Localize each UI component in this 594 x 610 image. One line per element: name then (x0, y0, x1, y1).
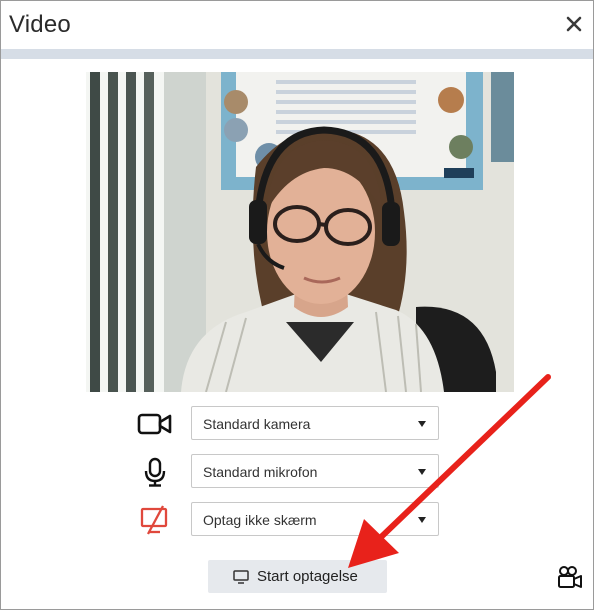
start-recording-button[interactable]: Start optagelse (208, 560, 387, 593)
microphone-select[interactable]: Standard mikrofon (191, 454, 439, 488)
video-dialog: Video Standard kamera Standard mikrofon … (0, 0, 594, 610)
screen-off-icon (135, 504, 175, 536)
chevron-down-icon (418, 469, 426, 475)
film-camera-icon[interactable] (557, 565, 583, 589)
dialog-header: Video (1, 1, 593, 49)
close-button[interactable] (563, 13, 585, 35)
screen-row: Optag ikke skærm (1, 502, 593, 538)
header-divider (1, 49, 593, 59)
camera-row: Standard kamera (1, 406, 593, 442)
close-icon (566, 16, 582, 32)
microphone-row: Standard mikrofon (1, 454, 593, 490)
microphone-icon (135, 456, 175, 488)
webcam-preview (86, 72, 514, 392)
screen-select[interactable]: Optag ikke skærm (191, 502, 439, 536)
chevron-down-icon (418, 421, 426, 427)
camera-select-value: Standard kamera (203, 416, 311, 432)
video-camera-icon (135, 408, 175, 440)
dialog-title: Video (9, 11, 71, 38)
microphone-select-value: Standard mikrofon (203, 464, 318, 480)
monitor-icon (233, 570, 249, 584)
start-recording-label: Start optagelse (257, 568, 358, 585)
screen-select-value: Optag ikke skærm (203, 512, 317, 528)
camera-select[interactable]: Standard kamera (191, 406, 439, 440)
chevron-down-icon (418, 517, 426, 523)
